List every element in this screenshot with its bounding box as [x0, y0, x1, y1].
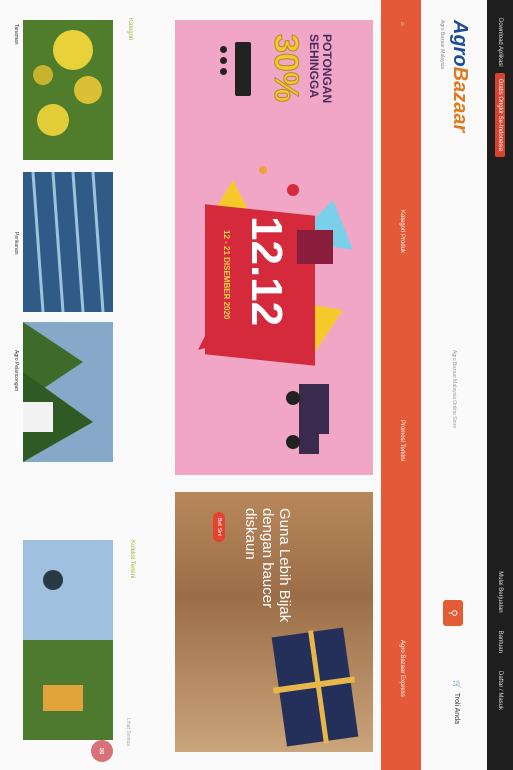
featured-product-image[interactable] — [23, 540, 113, 740]
webpage: Download Aplikasi Gratis Ongkir Se-Indon… — [0, 0, 513, 770]
login-link[interactable]: Daftar / Masuk — [497, 671, 503, 710]
category-label-crops[interactable]: Tanaman — [13, 24, 19, 45]
main-nav: ⌂ Kategori Produk Promosi Terkini Agro B… — [381, 0, 421, 770]
delivery-truck-icon — [286, 384, 329, 454]
search-button[interactable]: ⚲ — [443, 600, 463, 626]
social-icon — [220, 68, 227, 75]
cart-label: Troli Anda — [453, 692, 461, 724]
search-icon: ⚲ — [447, 609, 459, 617]
category-image-fisheries[interactable] — [23, 172, 113, 312]
promo-banner-1212[interactable]: POTONGAN SEHINGGA 30% 12.12 12 - 21 DISE… — [175, 20, 373, 475]
logo-subtitle: Agro Bazaar Malaysia — [439, 20, 445, 69]
voucher-cta-button[interactable]: Beli Sini — [213, 512, 225, 543]
header-tagline: Agro Bazaar Malaysia Online Store — [451, 350, 457, 429]
promo-heading: POTONGAN SEHINGGA — [307, 34, 334, 104]
social-icon — [220, 46, 227, 53]
cart-button[interactable]: 🛒 Troli Anda — [453, 680, 461, 724]
social-icons — [220, 46, 227, 75]
voucher-headline: Guna Lebih Bijak dengan baucer diskaun — [242, 508, 293, 623]
voucher-banner[interactable]: Guna Lebih Bijak dengan baucer diskaun B… — [175, 492, 373, 752]
promo-percentage: 30% — [267, 34, 306, 103]
free-shipping-tag[interactable]: Gratis Ongkir Se-Indonesia — [495, 72, 505, 158]
sale-date-range: 12 - 21 DISEMBER 2020 — [222, 230, 231, 320]
nav-item-promotions[interactable]: Promosi Terkini — [399, 420, 405, 461]
nav-item-categories[interactable]: Kategori Produk — [399, 210, 405, 253]
category-label-fisheries[interactable]: Perikanan — [13, 232, 19, 255]
chat-fab-button[interactable]: ✉ — [91, 740, 113, 762]
see-all-link[interactable]: Lihat Semua — [125, 718, 131, 746]
help-link[interactable]: Bantuan — [497, 631, 503, 653]
start-selling-link[interactable]: Mulai Berjualan — [497, 571, 503, 612]
category-image-agrotourism[interactable] — [23, 322, 113, 462]
calendar-icon — [297, 230, 333, 264]
nav-item-express[interactable]: Agro Bazaar Express — [399, 640, 405, 697]
category-image-crops[interactable] — [23, 20, 113, 160]
social-icon — [220, 57, 227, 64]
agrobazaar-logo[interactable]: AgroBazaar — [448, 20, 471, 132]
top-bar: Download Aplikasi Gratis Ongkir Se-Indon… — [487, 0, 513, 770]
home-icon[interactable]: ⌂ — [399, 22, 405, 26]
sale-date: 12.12 — [242, 216, 291, 327]
category-label-agrotourism[interactable]: Agro Pelancongan — [13, 350, 19, 391]
download-app-link[interactable]: Download Aplikasi — [497, 18, 503, 67]
site-header: AgroBazaar Agro Bazaar Malaysia Agro Baz… — [423, 0, 487, 770]
chat-icon: ✉ — [97, 747, 107, 755]
cart-icon: 🛒 — [453, 680, 460, 689]
app-store-badge[interactable] — [235, 42, 251, 96]
categories-heading: Kategori — [127, 18, 133, 41]
popular-heading: Koleksi Terkini — [129, 540, 135, 579]
